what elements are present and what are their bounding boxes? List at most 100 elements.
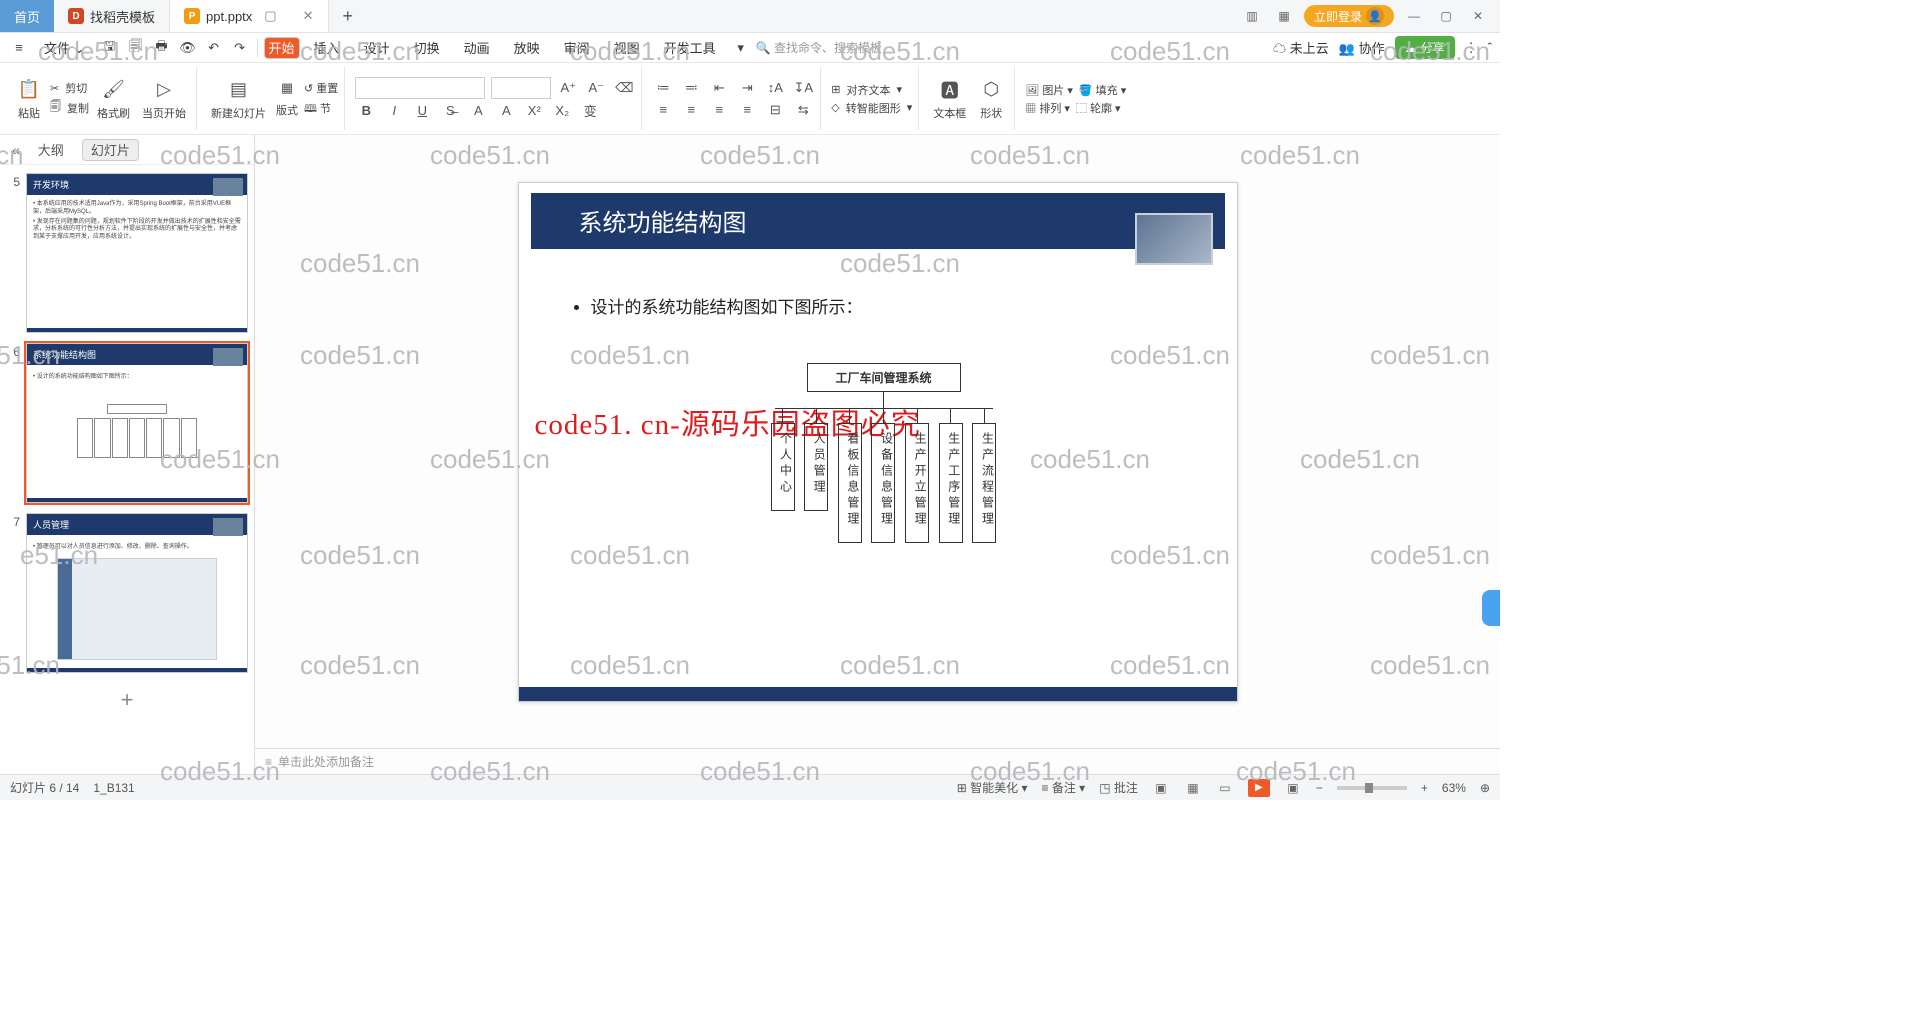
indent-inc-icon[interactable]: ⇥ [736,78,758,98]
text-dir-icon[interactable]: ↧A [792,78,814,98]
strike-icon[interactable]: S̶ [439,101,461,121]
bold-icon[interactable]: B [355,101,377,121]
menu-anim[interactable]: 动画 [454,34,500,61]
spacing-icon[interactable]: ⇆ [792,100,814,120]
align-center-icon[interactable]: ≡ [680,100,702,120]
menu-start[interactable]: 开始 [264,37,300,59]
reading-view-icon[interactable]: ▭ [1216,781,1234,795]
expand-icon[interactable]: ˆ [1488,40,1492,55]
align-justify-icon[interactable]: ≡ [736,100,758,120]
line-spacing-icon[interactable]: ↕A [764,78,786,98]
slides-tab[interactable]: 幻灯片 [82,139,139,161]
side-drawer-icon[interactable] [1482,590,1500,626]
zoom-in-icon[interactable]: + [1421,781,1428,795]
reset-button[interactable]: ↺ 重置 [304,80,338,96]
close-icon[interactable]: ✕ [303,8,314,24]
menu-review[interactable]: 审阅 [554,34,600,61]
sub-icon[interactable]: X₂ [551,101,573,121]
grow-font-icon[interactable]: A⁺ [557,78,579,98]
share-button[interactable]: ☁ 分享 [1395,36,1455,59]
thumbnail-6[interactable]: 系统功能结构图 • 设计的系统功能结构图如下图所示： [26,343,248,503]
font-family-select[interactable] [355,77,485,99]
shrink-font-icon[interactable]: A⁻ [585,78,607,98]
cut-button[interactable]: ✂ 剪切 [50,80,89,96]
typography-icon[interactable]: 变 [579,101,601,121]
clear-format-icon[interactable]: ⌫ [613,78,635,98]
align-right-icon[interactable]: ≡ [708,100,730,120]
outline-button[interactable]: ⬚ 轮廓 ▾ [1076,100,1121,116]
columns-icon[interactable]: ⊟ [764,100,786,120]
print-icon[interactable]: 🖶 [151,37,173,59]
shape-button[interactable]: ⬡形状 [974,75,1008,123]
indent-dec-icon[interactable]: ⇤ [708,78,730,98]
arrange-button[interactable]: ▦ 排列 ▾ [1025,100,1070,116]
undo-icon[interactable]: ↶ [203,37,225,59]
sup-icon[interactable]: X² [523,101,545,121]
max-icon[interactable]: ▢ [1434,5,1458,27]
notes-toggle[interactable]: ≡ 备注 ▾ [1041,779,1085,796]
menu-icon[interactable]: ≡ [8,37,30,59]
thumbnail-7[interactable]: 人员管理 • 管理员可以对人员信息进行添加、修改、删除、查询操作。 [26,513,248,673]
italic-icon[interactable]: I [383,101,405,121]
highlight-icon[interactable]: A [495,101,517,121]
beautify-button[interactable]: ⊞ 智能美化 ▾ [957,779,1028,796]
menu-design[interactable]: 设计 [354,34,400,61]
menu-switch[interactable]: 切换 [404,34,450,61]
add-slide-button[interactable]: + [6,683,248,717]
copy-button[interactable]: 🗐 复制 [50,98,89,117]
menu-dev[interactable]: 开发工具 [654,34,726,61]
search-input[interactable]: 🔍 查找命令、搜索模板 [756,39,882,56]
panel-icon[interactable]: ▥ [1240,5,1264,27]
zoom-level[interactable]: 63% [1442,781,1466,795]
sorter-view-icon[interactable]: ▦ [1184,781,1202,795]
slide-canvas[interactable]: 系统功能结构图 设计的系统功能结构图如下图所示： code51. cn-源码乐园… [518,182,1238,702]
menu-show[interactable]: 放映 [504,34,550,61]
collab-button[interactable]: 👥 协作 [1339,38,1385,57]
paste-button[interactable]: 📋粘贴 [12,75,46,123]
layout-label[interactable]: 版式 [276,102,298,118]
save-icon[interactable]: 🖫 [99,37,121,59]
normal-view-icon[interactable]: ▣ [1152,781,1170,795]
font-size-select[interactable] [491,77,551,99]
align-left-icon[interactable]: ≡ [652,100,674,120]
tab-file[interactable]: Pppt.pptx▢✕ [170,0,328,32]
layout-button[interactable]: ▦ [276,78,298,98]
to-smartart-button[interactable]: ◇ 转智能图形 ▾ [831,100,912,116]
menu-file[interactable]: 文件 ⌄ [34,34,95,61]
slideshow-icon[interactable]: ▶ [1248,779,1270,797]
menu-insert[interactable]: 插入 [304,34,350,61]
saveas-icon[interactable]: 🗐 [125,37,147,59]
numbering-icon[interactable]: ≕ [680,78,702,98]
new-slide-button[interactable]: ▤新建幻灯片 [207,75,270,123]
close-window-icon[interactable]: ✕ [1466,5,1490,27]
tab-home[interactable]: 首页 [0,0,54,32]
textbox-button[interactable]: 🅰文本框 [929,75,970,123]
collapse-icon[interactable]: « [12,142,20,158]
font-color-icon[interactable]: A [467,101,489,121]
min-icon[interactable]: — [1402,5,1426,27]
more-icon[interactable]: ⋮ [1465,40,1478,56]
fit-icon[interactable]: ▣ [1284,781,1302,795]
redo-icon[interactable]: ↷ [229,37,251,59]
zoom-fit-icon[interactable]: ⊕ [1480,781,1490,795]
notes-input[interactable]: ≡ 单击此处添加备注 [255,748,1500,774]
present-icon[interactable]: ▢ [264,8,276,24]
comments-toggle[interactable]: ◳ 批注 [1099,779,1138,796]
format-painter-button[interactable]: 🖌格式刷 [93,75,134,123]
outline-tab[interactable]: 大纲 [30,137,72,162]
pic-button[interactable]: 🖼 图片 ▾ [1025,82,1073,98]
zoom-out-icon[interactable]: − [1316,781,1323,795]
section-button[interactable]: 🕮 节 [304,100,331,119]
login-button[interactable]: 立即登录👤 [1304,5,1394,27]
bullets-icon[interactable]: ≔ [652,78,674,98]
preview-icon[interactable]: 👁 [177,37,199,59]
curpage-button[interactable]: ▷当页开始 [138,75,190,123]
apps-icon[interactable]: ▦ [1272,5,1296,27]
tab-template[interactable]: D找稻壳模板 [54,0,170,32]
align-text-button[interactable]: ⊞ 对齐文本 ▾ [831,82,912,98]
menu-view[interactable]: 视图 [604,34,650,61]
more-menu-icon[interactable]: ▾ [730,37,752,59]
fill-button[interactable]: 🪣 填充 ▾ [1079,82,1126,98]
underline-icon[interactable]: U [411,101,433,121]
new-tab-button[interactable]: + [329,0,368,32]
